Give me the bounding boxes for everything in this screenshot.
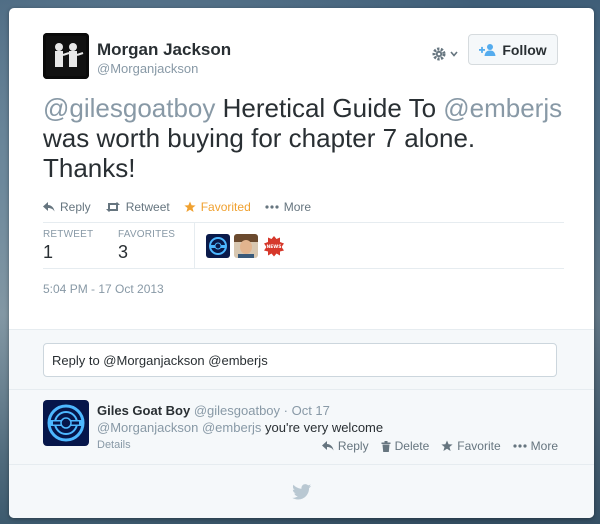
favoriter-avatar[interactable] bbox=[206, 234, 230, 258]
tweet-stats: RETWEET 1 FAVORITES 3 bbox=[43, 229, 193, 269]
twitter-bird-icon[interactable] bbox=[291, 483, 312, 500]
retweet-label: Retweet bbox=[125, 200, 170, 214]
gear-icon bbox=[432, 47, 446, 61]
mention-link[interactable]: @emberjs bbox=[443, 93, 562, 123]
favorite-button[interactable]: Favorite bbox=[441, 439, 501, 453]
more-icon bbox=[265, 205, 279, 209]
author-handle[interactable]: @Morganjackson bbox=[97, 61, 198, 76]
tweet-timestamp[interactable]: 5:04 PM - 17 Oct 2013 bbox=[43, 282, 164, 296]
favoriter-avatar[interactable] bbox=[234, 234, 258, 258]
reply-label: Reply bbox=[60, 200, 91, 214]
favorite-button[interactable]: Favorited bbox=[184, 200, 251, 214]
favoriter-avatar[interactable]: NEWS bbox=[262, 234, 286, 258]
details-link[interactable]: Details bbox=[97, 439, 131, 451]
follow-label: Follow bbox=[502, 41, 547, 58]
reply-button[interactable]: Reply bbox=[43, 200, 91, 214]
reply-icon bbox=[43, 202, 55, 212]
delete-label: Delete bbox=[394, 439, 430, 453]
more-label: More bbox=[283, 200, 312, 214]
divider bbox=[43, 268, 564, 269]
divider bbox=[43, 222, 564, 223]
favorites-count: 3 bbox=[118, 242, 129, 262]
add-user-icon bbox=[479, 43, 496, 56]
tweet-text-part: Heretical Guide To bbox=[215, 93, 444, 123]
more-label: More bbox=[530, 439, 558, 453]
reply-actions: Reply Delete Favorite More bbox=[321, 439, 558, 453]
retweet-count: 1 bbox=[43, 242, 54, 262]
avatar[interactable] bbox=[43, 33, 89, 79]
trash-icon bbox=[381, 440, 391, 452]
reply-author-name[interactable]: Giles Goat Boy bbox=[97, 403, 190, 418]
reply-text-part: you're very welcome bbox=[261, 420, 384, 435]
reply-header: Giles Goat Boy @gilesgoatboy · Oct 17 bbox=[97, 403, 330, 418]
chevron-down-icon bbox=[450, 51, 458, 57]
tweet-header: Morgan Jackson @Morganjackson Follow bbox=[43, 33, 564, 83]
reply-button[interactable]: Reply bbox=[321, 439, 369, 453]
reply-label: Reply bbox=[337, 439, 369, 453]
user-actions-button[interactable] bbox=[431, 43, 465, 65]
favorites-stat[interactable]: FAVORITES 3 bbox=[118, 229, 193, 269]
favoriters-avatars: NEWS bbox=[206, 234, 286, 258]
svg-text:NEWS: NEWS bbox=[266, 244, 281, 250]
retweet-icon bbox=[105, 202, 120, 212]
card-footer bbox=[9, 464, 594, 518]
star-icon bbox=[441, 440, 453, 451]
follow-button[interactable]: Follow bbox=[468, 34, 558, 65]
retweet-stat[interactable]: RETWEET 1 bbox=[43, 229, 118, 269]
tweet-actions: Reply Retweet Favorited More bbox=[43, 200, 311, 214]
mention-link[interactable]: @emberjs bbox=[202, 420, 261, 435]
reply-icon bbox=[321, 441, 334, 451]
star-icon bbox=[184, 201, 196, 212]
reply-input[interactable] bbox=[43, 343, 557, 377]
retweet-stat-label: RETWEET bbox=[43, 229, 94, 240]
more-button[interactable]: More bbox=[265, 200, 311, 214]
favorites-stat-label: FAVORITES bbox=[118, 229, 176, 240]
more-icon bbox=[513, 444, 527, 448]
more-button[interactable]: More bbox=[513, 439, 558, 453]
favorite-label: Favorite bbox=[457, 439, 501, 453]
delete-button[interactable]: Delete bbox=[381, 439, 430, 453]
author-name[interactable]: Morgan Jackson bbox=[97, 40, 231, 60]
reply-text: @Morganjackson @emberjs you're very welc… bbox=[97, 420, 383, 435]
avatar[interactable] bbox=[43, 400, 89, 446]
reply-meta[interactable]: @gilesgoatboy · Oct 17 bbox=[194, 403, 330, 418]
mention-link[interactable]: @gilesgoatboy bbox=[43, 93, 215, 123]
mention-link[interactable]: @Morganjackson bbox=[97, 420, 198, 435]
favorited-label: Favorited bbox=[200, 200, 251, 214]
tweet-card: Morgan Jackson @Morganjackson Follow @gi… bbox=[9, 8, 594, 518]
divider bbox=[194, 222, 195, 268]
tweet-text: @gilesgoatboy Heretical Guide To @emberj… bbox=[43, 93, 563, 183]
retweet-button[interactable]: Retweet bbox=[105, 200, 170, 214]
tweet-text-part: was worth buying for chapter 7 alone. Th… bbox=[43, 123, 476, 183]
reply-tweet: Giles Goat Boy @gilesgoatboy · Oct 17 @M… bbox=[9, 389, 594, 464]
